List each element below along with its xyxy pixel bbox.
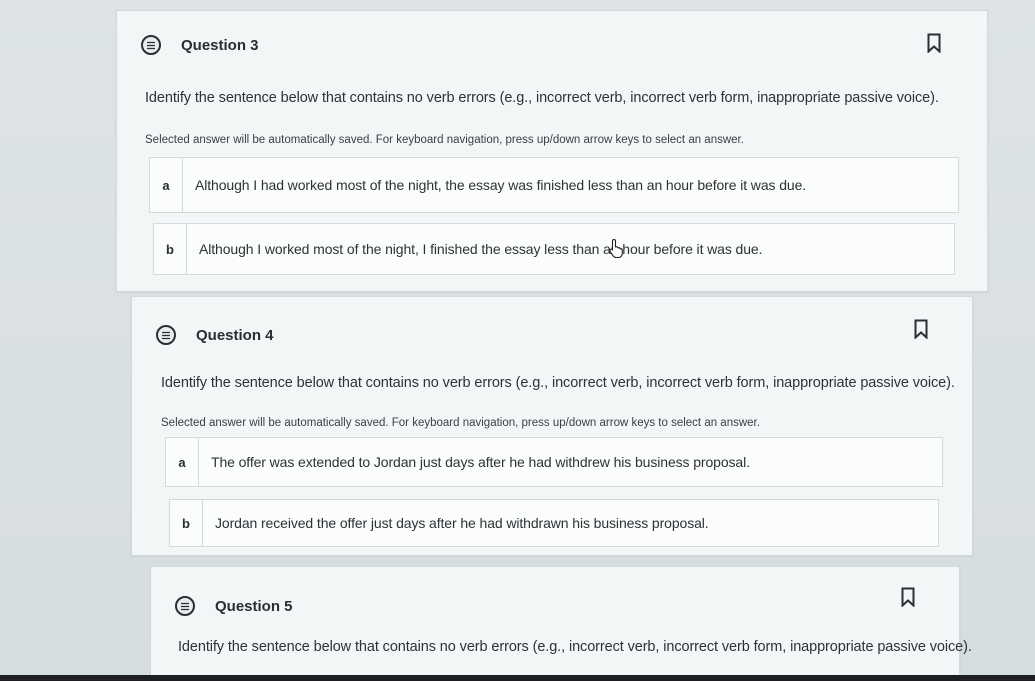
question-header: Question 3: [141, 35, 259, 55]
answer-option-b[interactable]: b Although I worked most of the night, I…: [153, 223, 955, 275]
option-letter: b: [154, 224, 187, 274]
bookmark-icon[interactable]: [901, 587, 915, 607]
question-list-icon: [141, 35, 161, 55]
autosave-hint: Selected answer will be automatically sa…: [145, 134, 744, 146]
option-text: The offer was extended to Jordan just da…: [211, 454, 750, 470]
bookmark-icon[interactable]: [914, 319, 928, 339]
hand-pointer-icon: [609, 238, 623, 258]
question-list-icon: [175, 596, 195, 616]
question-card-3: Question 3 Identify the sentence below t…: [116, 10, 988, 292]
autosave-hint: Selected answer will be automatically sa…: [161, 417, 760, 429]
option-text: Jordan received the offer just days afte…: [215, 515, 709, 531]
option-letter: b: [170, 500, 203, 546]
option-text: Although I worked most of the night, I f…: [199, 241, 763, 257]
question-prompt: Identify the sentence below that contain…: [178, 639, 972, 655]
bookmark-icon[interactable]: [927, 33, 941, 53]
question-prompt: Identify the sentence below that contain…: [145, 90, 939, 106]
answer-option-b[interactable]: b Jordan received the offer just days af…: [169, 499, 939, 547]
question-title: Question 3: [181, 36, 259, 54]
question-prompt: Identify the sentence below that contain…: [161, 375, 955, 391]
answer-option-a[interactable]: a Although I had worked most of the nigh…: [149, 157, 959, 213]
option-text: Although I had worked most of the night,…: [195, 177, 807, 193]
question-card-5: Question 5 Identify the sentence below t…: [150, 566, 972, 678]
question-header: Question 5: [175, 596, 293, 616]
question-list-icon: [156, 325, 176, 345]
question-card-4: Question 4 Identify the sentence below t…: [131, 296, 973, 556]
screen-bezel-edge: [0, 675, 1035, 681]
option-letter: a: [166, 438, 199, 486]
question-title: Question 5: [215, 597, 293, 615]
answer-option-a[interactable]: a The offer was extended to Jordan just …: [165, 437, 943, 487]
option-letter: a: [150, 158, 183, 212]
question-header: Question 4: [156, 325, 274, 345]
question-title: Question 4: [196, 326, 274, 344]
